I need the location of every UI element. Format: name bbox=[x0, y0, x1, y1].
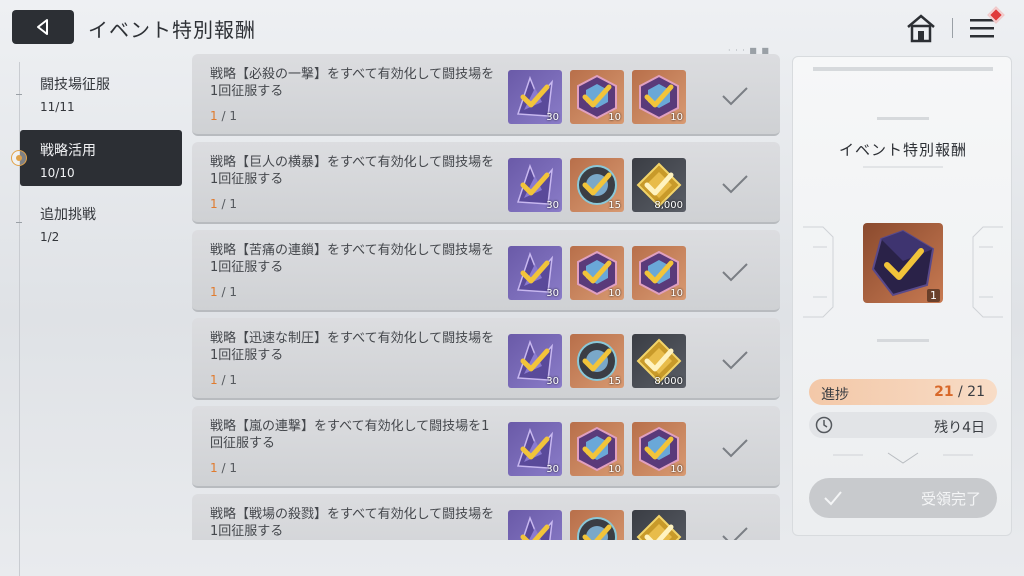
reward-quantity: 8,000 bbox=[654, 376, 683, 387]
completed-check-icon bbox=[722, 263, 748, 282]
reward-quantity: 30 bbox=[546, 288, 559, 299]
mission-description: 戦略【苦痛の連鎖】をすべて有効化して闘技場を1回征服する bbox=[210, 243, 495, 275]
progress-label: 進捗 bbox=[821, 387, 849, 403]
sidebar-active-marker bbox=[11, 150, 27, 166]
mission-card[interactable]: 戦略【巨人の横暴】をすべて有効化して闘技場を1回征服する 1 / 1 30 15 8,0… bbox=[192, 142, 780, 224]
reward-quantity: 10 bbox=[670, 112, 683, 123]
mission-description: 戦略【必殺の一撃】をすべて有効化して闘技場を1回征服する bbox=[210, 67, 495, 99]
reward-item[interactable]: 30 bbox=[508, 422, 562, 476]
sidebar-item-strategy-use[interactable]: 戦略活用 10/10 bbox=[20, 130, 182, 186]
sidebar-item-extra-challenge[interactable]: 追加挑戦 1/2 bbox=[20, 194, 182, 250]
reward-item[interactable]: 30 bbox=[508, 510, 562, 540]
reward-item[interactable]: 30 bbox=[508, 246, 562, 300]
progress-value: 21 / 21 bbox=[934, 384, 985, 400]
mission-card[interactable]: 戦略【戦場の殺戮】をすべて有効化して闘技場を1回征服する1 / 130158,0… bbox=[192, 494, 780, 540]
sidebar-item-arena-conquest[interactable]: 闘技場征服 11/11 bbox=[20, 64, 182, 120]
reward-quantity: 15 bbox=[608, 200, 621, 211]
sidebar-item-count: 1/2 bbox=[40, 230, 60, 244]
completed-check-icon bbox=[722, 439, 748, 458]
reward-quantity: 10 bbox=[670, 464, 683, 475]
remaining-value: 残り4日 bbox=[934, 420, 985, 436]
reward-quantity: 10 bbox=[670, 288, 683, 299]
reward-quantity: 10 bbox=[608, 112, 621, 123]
reward-quantity: 10 bbox=[608, 464, 621, 475]
reward-quantity: 30 bbox=[546, 200, 559, 211]
reward-item[interactable]: 30 bbox=[508, 158, 562, 212]
reward-quantity: 30 bbox=[546, 464, 559, 475]
check-icon bbox=[824, 491, 842, 506]
reward-item[interactable]: 10 bbox=[570, 246, 624, 300]
mission-progress: 1 / 1 bbox=[210, 109, 237, 123]
reward-item[interactable]: 10 bbox=[632, 422, 686, 476]
completed-check-icon bbox=[722, 175, 748, 194]
mission-card[interactable]: 戦略【嵐の連撃】をすべて有効化して闘技場を1回征服する 1 / 1 30 10 10 bbox=[192, 406, 780, 488]
mission-progress: 1 / 1 bbox=[210, 461, 237, 475]
mission-progress: 1 / 1 bbox=[210, 285, 237, 299]
gold-credit-icon bbox=[636, 514, 682, 540]
progress-bar: 進捗 21 / 21 bbox=[809, 379, 997, 405]
reward-item[interactable]: 15 bbox=[570, 510, 624, 540]
header-divider bbox=[952, 18, 953, 38]
reward-quantity: 8,000 bbox=[654, 200, 683, 211]
mission-card[interactable]: 戦略【必殺の一撃】をすべて有効化して闘技場を1回征服する 1 / 1 30 10 10 bbox=[192, 54, 780, 136]
reward-item[interactable]: 8,000 bbox=[632, 510, 686, 540]
clock-icon bbox=[815, 416, 833, 434]
sidebar-item-count: 11/11 bbox=[40, 100, 75, 114]
completed-check-icon bbox=[722, 87, 748, 106]
reward-item[interactable]: 8,000 bbox=[632, 158, 686, 212]
reward-quantity: 30 bbox=[546, 376, 559, 387]
item-quantity: 1 bbox=[927, 289, 940, 302]
crystal-shard-icon bbox=[520, 515, 554, 540]
reward-item[interactable]: 15 bbox=[570, 158, 624, 212]
mission-description: 戦略【巨人の横暴】をすべて有効化して闘技場を1回征服する bbox=[210, 155, 495, 187]
mission-progress: 1 / 1 bbox=[210, 373, 237, 387]
mission-list[interactable]: 戦略【必殺の一撃】をすべて有効化して闘技場を1回征服する 1 / 1 30 10 10 戦… bbox=[192, 54, 782, 540]
reward-item[interactable]: 30 bbox=[508, 334, 562, 388]
reward-item[interactable]: 8,000 bbox=[632, 334, 686, 388]
claim-label: 受領完了 bbox=[920, 490, 981, 508]
reward-item[interactable]: 30 bbox=[508, 70, 562, 124]
completed-check-icon bbox=[722, 527, 748, 540]
claim-complete-button[interactable]: 受領完了 bbox=[809, 478, 997, 518]
mission-card[interactable]: 戦略【苦痛の連鎖】をすべて有効化して闘技場を1回征服する 1 / 1 30 10 10 bbox=[192, 230, 780, 312]
back-arrow-icon bbox=[37, 19, 48, 35]
sidebar-item-label: 戦略活用 bbox=[40, 143, 96, 159]
reward-item[interactable]: 10 bbox=[570, 422, 624, 476]
sidebar-item-label: 闘技場征服 bbox=[40, 77, 110, 93]
reward-item[interactable]: 10 bbox=[632, 246, 686, 300]
sidebar-item-count: 10/10 bbox=[40, 166, 75, 180]
reward-item[interactable]: 10 bbox=[632, 70, 686, 124]
reward-item[interactable]: 10 bbox=[570, 70, 624, 124]
mission-description: 戦略【戦場の殺戮】をすべて有効化して闘技場を1回征服する bbox=[210, 507, 495, 539]
home-icon[interactable] bbox=[904, 12, 938, 44]
sidebar-item-label: 追加挑戦 bbox=[40, 207, 96, 223]
back-button[interactable] bbox=[12, 10, 74, 44]
remaining-time: 残り4日 bbox=[809, 412, 997, 438]
mission-card[interactable]: 戦略【迅速な制圧】をすべて有効化して闘技場を1回征服する 1 / 1 30 15 8,0… bbox=[192, 318, 780, 400]
mission-description: 戦略【迅速な制圧】をすべて有効化して闘技場を1回征服する bbox=[210, 331, 495, 363]
completed-check-icon bbox=[722, 351, 748, 370]
reward-item[interactable]: 15 bbox=[570, 334, 624, 388]
reward-quantity: 15 bbox=[608, 376, 621, 387]
gear-core-icon bbox=[577, 517, 617, 540]
event-reward-panel: イベント特別報酬 1 進捗 21 / 21 残り4日 受領完了 bbox=[792, 56, 1012, 536]
mission-description: 戦略【嵐の連撃】をすべて有効化して闘技場を1回征服する bbox=[210, 419, 490, 451]
reward-quantity: 10 bbox=[608, 288, 621, 299]
page-title: イベント特別報酬 bbox=[88, 18, 256, 42]
main-reward-item[interactable]: 1 bbox=[863, 223, 943, 303]
panel-title: イベント特別報酬 bbox=[838, 141, 967, 159]
reward-quantity: 30 bbox=[546, 112, 559, 123]
mission-progress: 1 / 1 bbox=[210, 197, 237, 211]
